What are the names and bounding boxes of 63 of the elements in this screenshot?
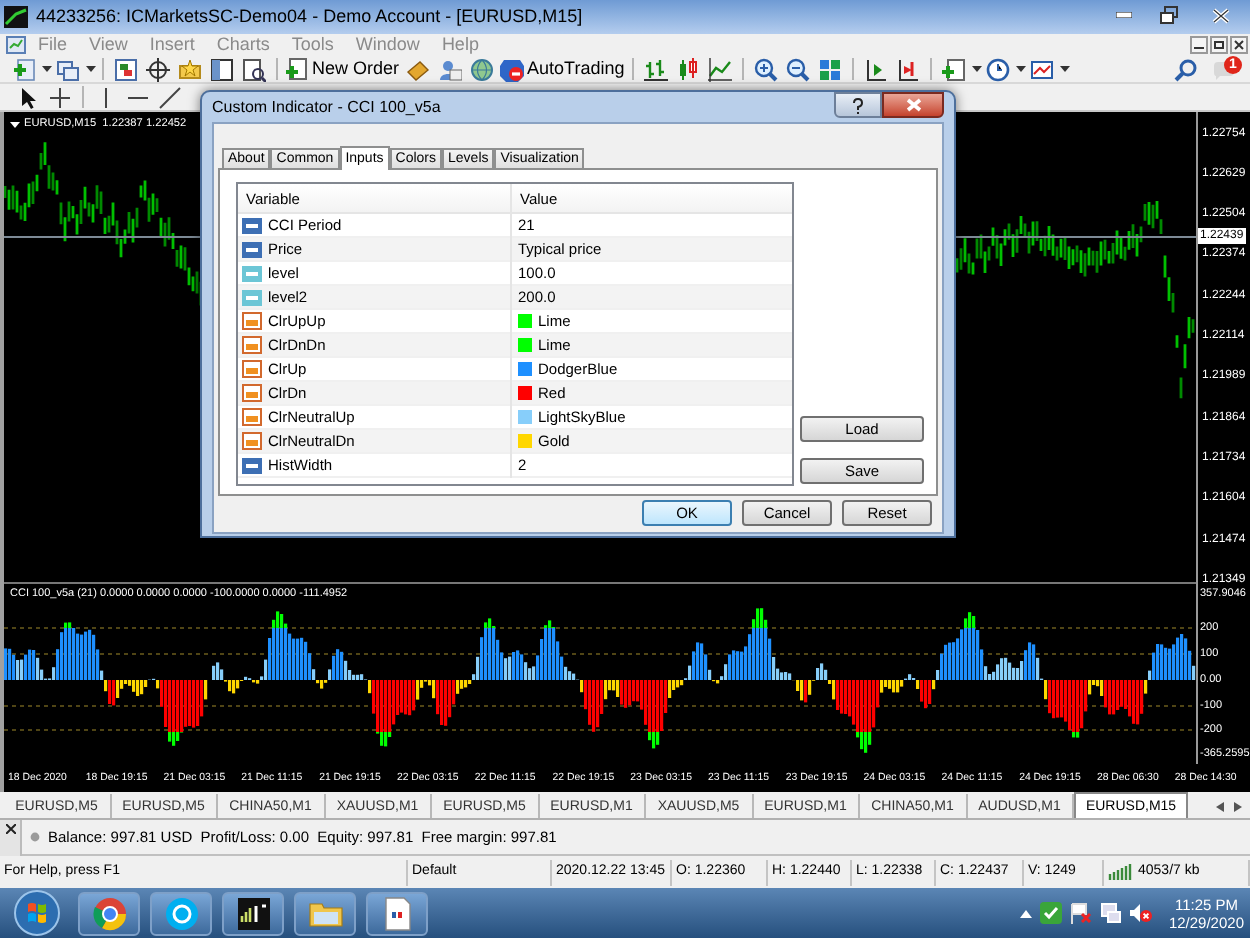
close-button[interactable]: [882, 92, 944, 118]
mdi-close-icon[interactable]: [1230, 36, 1248, 54]
scroll-right-icon[interactable]: [1234, 802, 1242, 812]
close-icon[interactable]: [5, 823, 15, 833]
caret-icon[interactable]: [972, 65, 983, 73]
zoom-document-icon[interactable]: [242, 57, 266, 81]
round-logo-icon: [163, 895, 199, 931]
show-hidden-icons-icon[interactable]: [1020, 909, 1033, 917]
restore-icon: [1159, 6, 1177, 24]
scroll-left-icon[interactable]: [1216, 802, 1224, 812]
mdi-restore-icon[interactable]: [1210, 36, 1228, 54]
caret-icon[interactable]: [42, 65, 52, 73]
clock-icon[interactable]: [986, 57, 1011, 81]
window-panel-icon[interactable]: [210, 57, 234, 81]
chart-shift-icon[interactable]: [864, 57, 889, 81]
question-mark-icon: [852, 97, 864, 113]
crosshair-icon[interactable]: [146, 57, 170, 81]
people-icon[interactable]: [437, 57, 462, 81]
close-icon: [1211, 7, 1229, 23]
folder-star-icon[interactable]: [178, 57, 202, 81]
autotrading-button[interactable]: AutoTrading: [497, 56, 627, 82]
new-order-icon: [286, 58, 308, 80]
help-button[interactable]: [834, 92, 882, 118]
flag-icon[interactable]: [1070, 902, 1093, 924]
start-orb-icon: [13, 890, 59, 936]
caret-icon[interactable]: [1060, 65, 1071, 73]
taskbar-button[interactable]: [222, 891, 284, 935]
browser-icon: [91, 895, 127, 931]
close-icon: [905, 98, 921, 112]
network-icon[interactable]: [1100, 902, 1123, 924]
cursor-icon[interactable]: [16, 85, 40, 109]
crosshair-icon[interactable]: [48, 85, 72, 109]
dialog-title: Custom Indicator - CCI 100_v5a: [212, 95, 441, 119]
mdi-minimize-icon[interactable]: [1190, 36, 1208, 54]
trendline-icon[interactable]: [158, 85, 182, 109]
caret-icon[interactable]: [1016, 65, 1027, 73]
shield-check-icon[interactable]: [1040, 902, 1063, 924]
autoscroll-icon[interactable]: [896, 57, 921, 81]
market-watch-icon[interactable]: [114, 57, 138, 81]
stop-sign-icon: [499, 57, 524, 81]
new-order-button[interactable]: New Order: [284, 56, 402, 82]
profiles-icon[interactable]: [56, 57, 80, 81]
caret-icon[interactable]: [86, 65, 96, 73]
app-logo-icon: [4, 6, 28, 28]
minimize-icon: [1116, 12, 1132, 18]
line-chart-icon[interactable]: [708, 57, 733, 81]
zoom-out-icon[interactable]: [786, 57, 811, 81]
document-icon: [379, 895, 415, 931]
signal-bars-icon: [1108, 864, 1134, 880]
tile-windows-icon[interactable]: [818, 57, 843, 81]
template-icon[interactable]: [1030, 57, 1055, 81]
bar-chart-icon[interactable]: [644, 57, 669, 81]
add-indicator-icon[interactable]: [942, 57, 967, 81]
search-icon[interactable]: [1174, 57, 1198, 81]
chart-window-icon: [6, 36, 26, 54]
trading-app-icon: [235, 895, 271, 931]
globe-icon[interactable]: [469, 57, 494, 81]
candlestick-icon[interactable]: [676, 57, 701, 81]
zoom-in-icon[interactable]: [754, 57, 779, 81]
speaker-muted-icon[interactable]: [1130, 902, 1153, 924]
dropdown-triangle-icon[interactable]: [10, 121, 20, 127]
window-title: 44233256: ICMarketsSC-Demo04 - Demo Account - [EURUSD,M15]: [36, 3, 583, 30]
circle-icon: [30, 832, 40, 842]
